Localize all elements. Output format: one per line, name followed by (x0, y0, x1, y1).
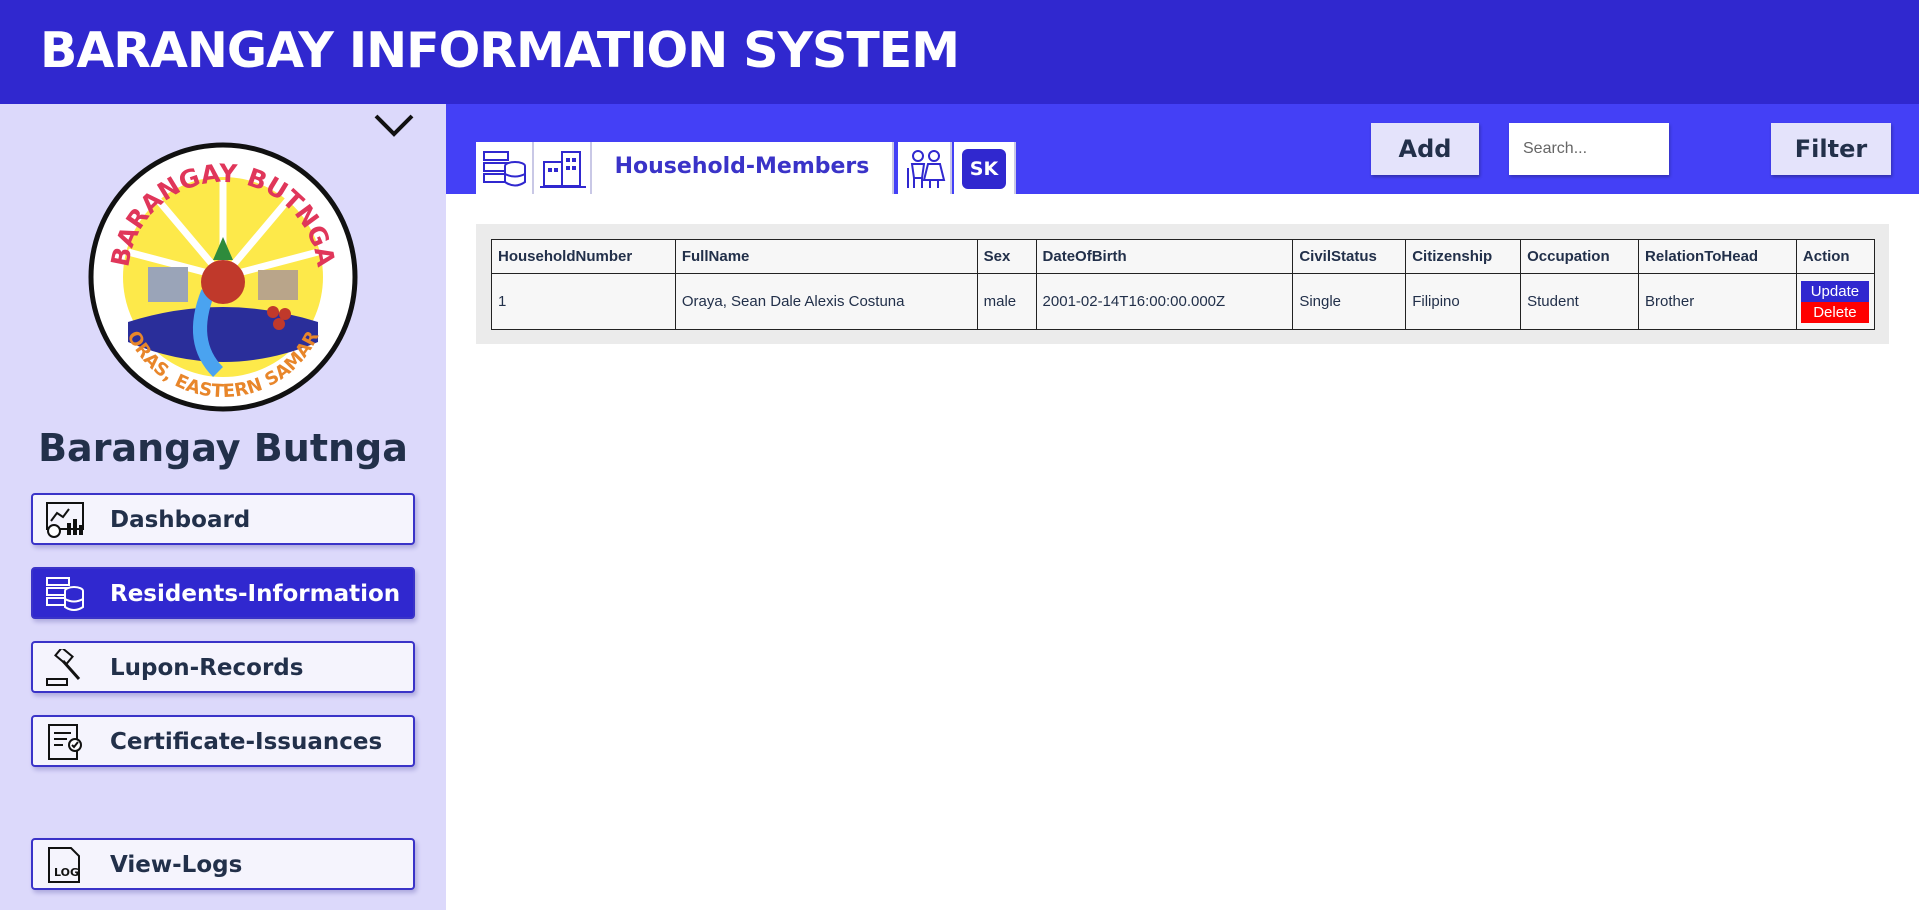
nav-item-certificate-issuances[interactable]: Certificate-Issuances (31, 715, 415, 767)
app-header: BARANGAY INFORMATION SYSTEM (0, 0, 1919, 104)
database-icon (483, 151, 526, 187)
filter-button[interactable]: Filter (1771, 123, 1891, 175)
column-header: Occupation (1520, 239, 1640, 274)
tab-household-members[interactable]: Household-Members (592, 142, 894, 194)
sk-badge: SK (962, 149, 1006, 189)
database-icon (46, 577, 84, 611)
column-header: RelationToHead (1638, 239, 1797, 274)
table-row: 1 Oraya, Sean Dale Alexis Costuna male 2… (491, 273, 1876, 330)
dashboard-icon (46, 502, 84, 538)
tab-households[interactable] (534, 142, 592, 194)
cell-civil-status: Single (1292, 273, 1407, 330)
nav-item-label: Certificate-Issuances (110, 729, 383, 755)
delete-button[interactable]: Delete (1800, 301, 1869, 323)
column-header: Sex (976, 239, 1037, 274)
nav-item-label: View-Logs (110, 852, 243, 878)
chevron-down-icon[interactable] (372, 110, 416, 142)
column-header: CivilStatus (1292, 239, 1407, 274)
table-header-row: HouseholdNumber FullName Sex DateOfBirth… (491, 239, 1876, 274)
tab-sk[interactable]: SK (954, 142, 1016, 194)
buildings-icon (540, 151, 586, 188)
household-members-table: HouseholdNumber FullName Sex DateOfBirth… (491, 239, 1876, 330)
column-header: HouseholdNumber (491, 239, 676, 274)
cell-relation-to-head: Brother (1638, 273, 1797, 330)
log-file-icon: LOG (48, 847, 80, 883)
cell-citizenship: Filipino (1405, 273, 1522, 330)
barangay-seal-logo: BARANGAY BUTNGA ORAS, EASTERN SAMAR (88, 142, 358, 412)
cell-sex: male (976, 273, 1037, 330)
table-panel: HouseholdNumber FullName Sex DateOfBirth… (476, 224, 1889, 344)
cell-occupation: Student (1520, 273, 1640, 330)
column-header: FullName (674, 239, 978, 274)
column-header: Citizenship (1405, 239, 1522, 274)
tab-seniors[interactable] (898, 142, 952, 194)
cell-action: Update Delete (1795, 273, 1876, 330)
nav-item-label: Dashboard (110, 507, 251, 533)
nav-item-residents-information[interactable]: Residents-Information (31, 567, 415, 619)
nav-item-label: Residents-Information (110, 581, 401, 607)
nav-item-dashboard[interactable]: Dashboard (31, 493, 415, 545)
certificate-icon (48, 724, 82, 760)
app-title: BARANGAY INFORMATION SYSTEM (40, 22, 960, 79)
nav-item-label: Lupon-Records (110, 655, 304, 681)
elderly-couple-icon (907, 150, 946, 188)
add-button[interactable]: Add (1371, 123, 1479, 175)
barangay-name: Barangay Butnga (38, 426, 408, 470)
update-button[interactable]: Update (1800, 280, 1869, 302)
tab-label: Household-Members (614, 154, 870, 179)
gavel-icon (46, 649, 81, 686)
column-header: Action (1795, 239, 1876, 274)
cell-date-of-birth: 2001-02-14T16:00:00.000Z (1035, 273, 1294, 330)
log-icon-text: LOG (54, 866, 79, 879)
content-toolbar: Household-Members SK Add Filter (446, 104, 1919, 194)
tab-residents[interactable] (476, 142, 534, 194)
cell-full-name: Oraya, Sean Dale Alexis Costuna (674, 273, 978, 330)
nav-item-lupon-records[interactable]: Lupon-Records (31, 641, 415, 693)
cell-household-number: 1 (491, 273, 676, 330)
nav-item-view-logs[interactable]: LOG View-Logs (31, 838, 415, 890)
sidebar: BARANGAY BUTNGA ORAS, EASTERN SAMAR Bara… (0, 104, 446, 910)
search-input[interactable] (1509, 123, 1669, 175)
column-header: DateOfBirth (1035, 239, 1294, 274)
